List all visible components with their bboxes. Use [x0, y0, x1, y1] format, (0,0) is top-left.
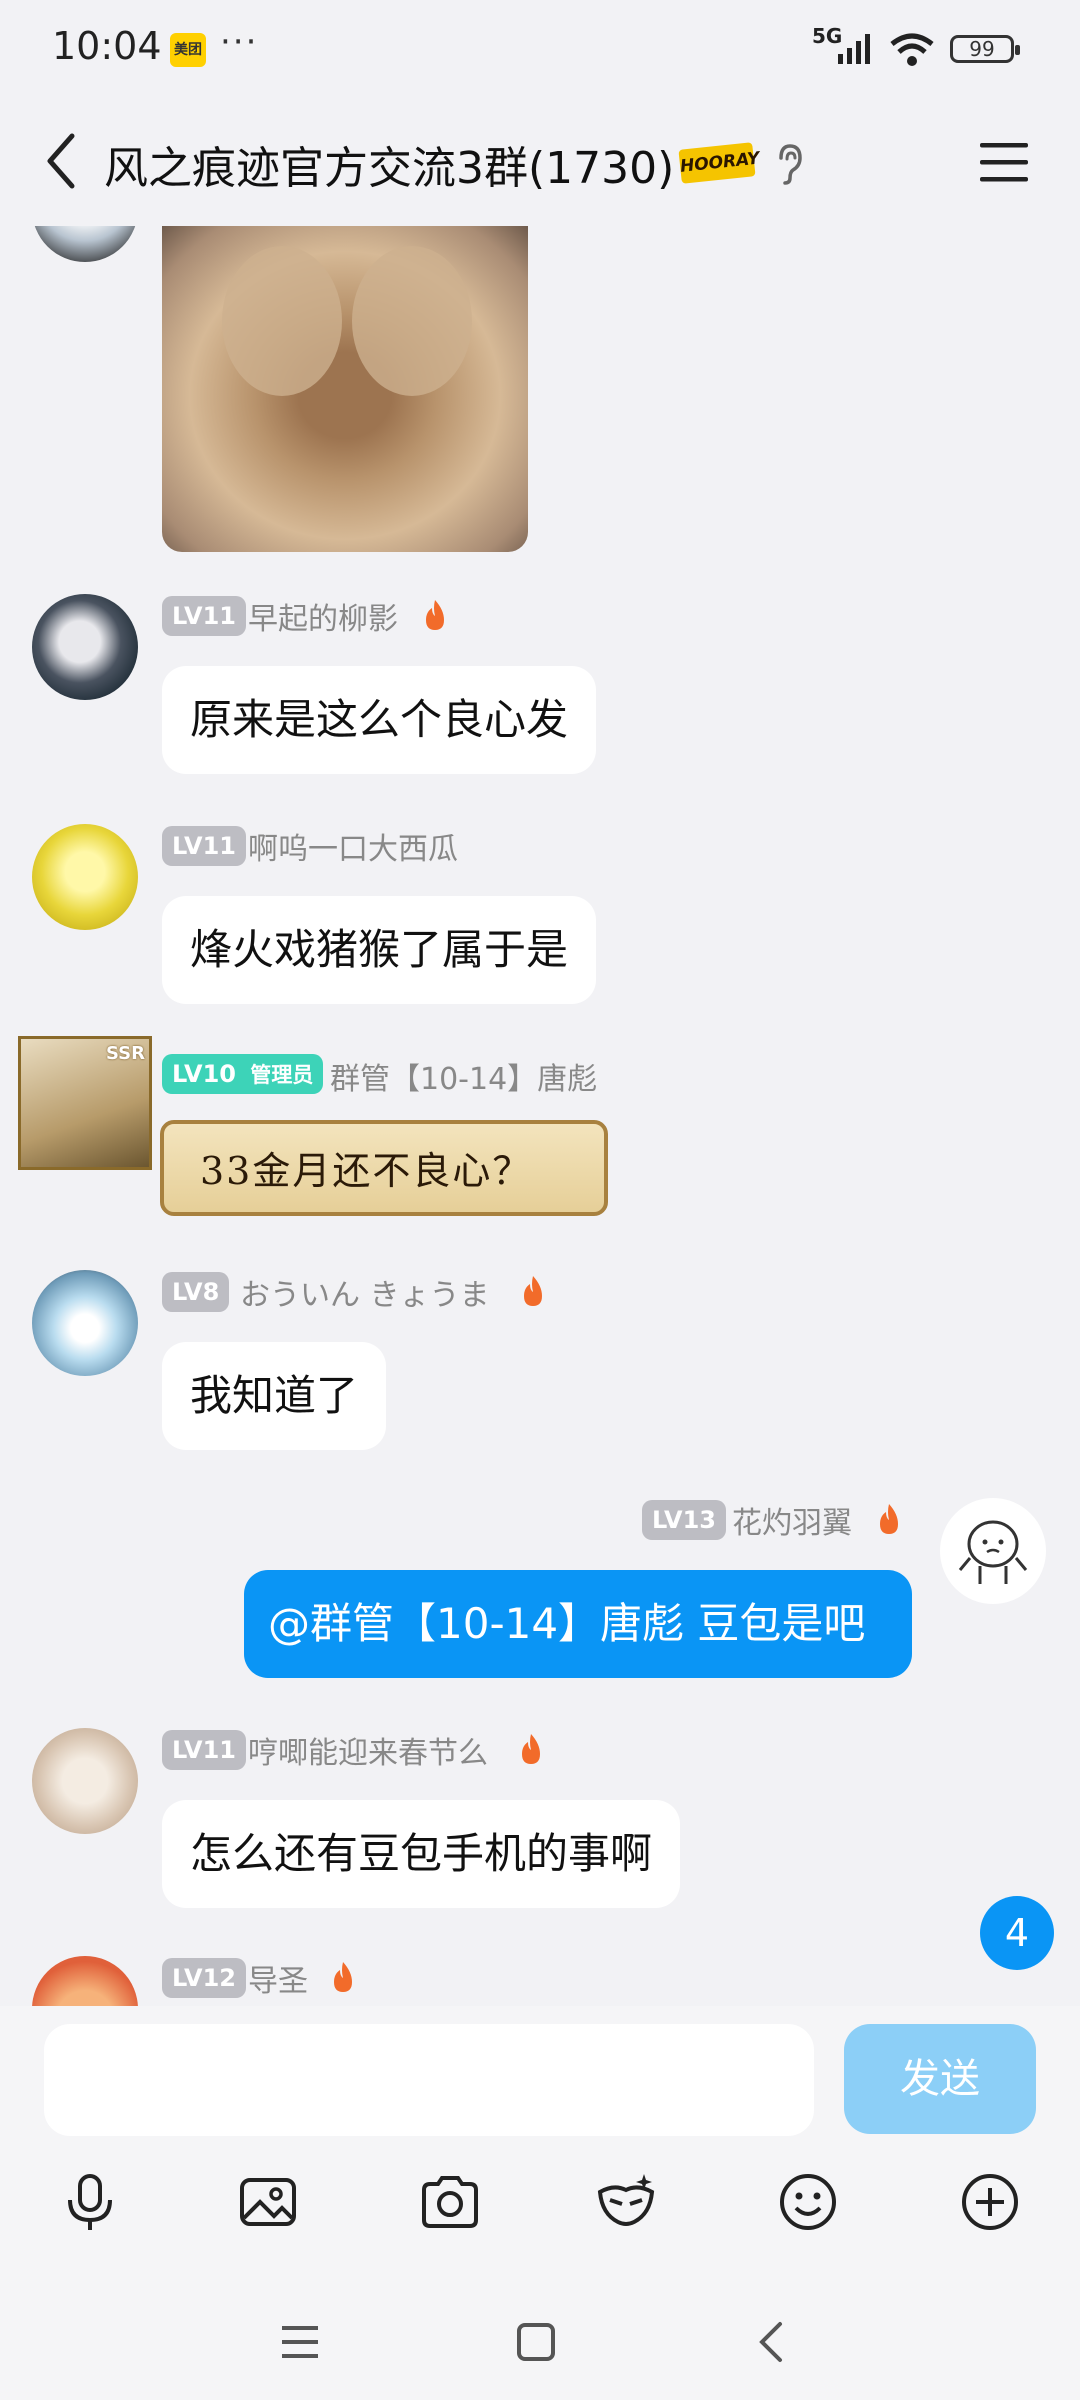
- recent-apps-icon[interactable]: [276, 2318, 324, 2366]
- battery-indicator: 99: [950, 35, 1020, 63]
- avatar[interactable]: SSR: [18, 1036, 152, 1170]
- level-badge: LV13: [642, 1500, 726, 1540]
- message-bubble[interactable]: 我知道了: [162, 1342, 387, 1450]
- camera-icon[interactable]: [418, 2170, 482, 2234]
- level-badge: LV12: [162, 1958, 246, 1998]
- message-bubble[interactable]: 原来是这么个良心发: [162, 666, 597, 774]
- flame-icon: [880, 1504, 898, 1534]
- level-badge: LV11: [162, 1730, 246, 1770]
- plus-icon[interactable]: [958, 2170, 1022, 2234]
- avatar[interactable]: [32, 594, 138, 700]
- signal-icon: [838, 34, 870, 64]
- sender-name[interactable]: 早起的柳影: [248, 594, 398, 638]
- status-bar: 10:04 美团 ··· 5G 99: [0, 0, 1080, 96]
- system-back-icon[interactable]: [748, 2318, 796, 2366]
- flame-icon: [524, 1276, 542, 1306]
- flame-icon: [334, 1962, 352, 1992]
- sender-name[interactable]: おういん きょうま: [240, 1270, 490, 1314]
- ear-mode-icon[interactable]: [772, 142, 806, 186]
- avatar[interactable]: [32, 1728, 138, 1834]
- sticker-text: 33金月还不良心？: [200, 1149, 533, 1193]
- avatar[interactable]: [32, 824, 138, 930]
- status-time: 10:04: [52, 24, 162, 68]
- microphone-icon[interactable]: [58, 2170, 122, 2234]
- admin-role-label: 管理员: [250, 1063, 314, 1087]
- home-icon[interactable]: [512, 2318, 560, 2366]
- flame-icon: [522, 1734, 540, 1764]
- level-badge: LV11: [162, 596, 246, 636]
- chat-message-list[interactable]: LV11 早起的柳影 原来是这么个良心发 LV11 啊呜一口大西瓜 烽火戏猪猴了…: [0, 226, 1080, 2006]
- back-arrow-icon[interactable]: [38, 130, 90, 192]
- image-icon[interactable]: [236, 2170, 300, 2234]
- send-button[interactable]: 发送: [844, 2024, 1036, 2134]
- menu-icon[interactable]: [978, 140, 1030, 184]
- sender-name[interactable]: 花灼羽翼: [732, 1498, 852, 1542]
- avatar[interactable]: [32, 1956, 138, 2006]
- ssr-tag: SSR: [106, 1043, 145, 1064]
- flame-icon: [426, 600, 444, 630]
- my-avatar[interactable]: [940, 1498, 1046, 1604]
- avatar[interactable]: [32, 1270, 138, 1376]
- admin-level-badge: LV10 管理员: [162, 1054, 324, 1094]
- message-bubble[interactable]: 怎么还有豆包手机的事啊: [162, 1800, 681, 1908]
- message-bubble[interactable]: 烽火戏猪猴了属于是: [162, 896, 597, 1004]
- level-badge: LV8: [162, 1272, 230, 1312]
- rabbit-photo-image[interactable]: [162, 226, 528, 552]
- meituan-badge-icon: 美团: [170, 33, 206, 67]
- wifi-icon: [890, 33, 934, 66]
- sender-name[interactable]: 哼唧能迎来春节么: [248, 1728, 488, 1772]
- hongbao-mask-icon[interactable]: [594, 2170, 658, 2234]
- cartoon-face-icon: [958, 1520, 1028, 1584]
- unread-count-badge[interactable]: 4: [980, 1896, 1054, 1970]
- level-badge: LV10: [172, 1060, 236, 1088]
- sticker-message[interactable]: 33金月还不良心？: [160, 1120, 608, 1216]
- sender-name[interactable]: 啊呜一口大西瓜: [248, 824, 458, 868]
- my-message-bubble[interactable]: @群管【10-14】唐彪 豆包是吧: [244, 1570, 912, 1678]
- group-title[interactable]: 风之痕迹官方交流3群(1730): [104, 132, 674, 196]
- level-badge: LV11: [162, 826, 246, 866]
- sender-name[interactable]: 导圣: [248, 1956, 308, 2000]
- avatar[interactable]: [32, 226, 138, 262]
- emoji-icon[interactable]: [776, 2170, 840, 2234]
- more-notifications-icon: ···: [220, 22, 259, 62]
- sender-name[interactable]: 群管【10-14】唐彪: [330, 1054, 597, 1098]
- message-input[interactable]: [44, 2024, 814, 2136]
